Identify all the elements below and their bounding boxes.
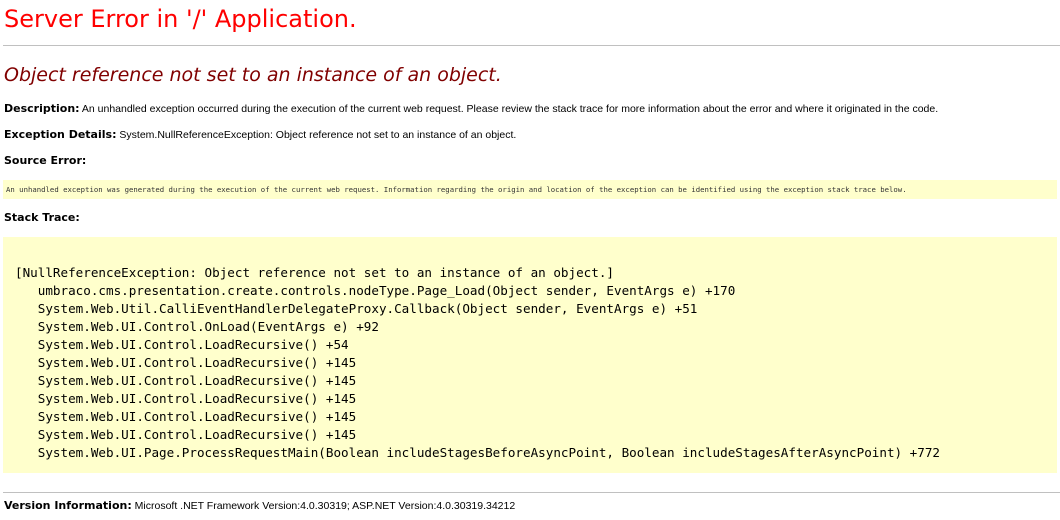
stack-trace-entry: System.Web.UI.Control.LoadRecursive() +1… (15, 373, 357, 388)
error-message: Object reference not set to an instance … (4, 64, 502, 86)
bottom-divider (3, 492, 1060, 493)
top-divider (3, 45, 1060, 46)
stack-trace-label: Stack Trace: (4, 211, 80, 224)
description-text: An unhandled exception occurred during t… (79, 103, 939, 115)
stack-trace-entry: umbraco.cms.presentation.create.controls… (15, 283, 736, 298)
stack-trace-entry: System.Web.Util.CalliEventHandlerDelegat… (15, 301, 698, 316)
stack-trace-entry: [NullReferenceException: Object referenc… (15, 265, 614, 280)
source-error-text: An unhandled exception was generated dur… (6, 185, 907, 194)
stack-trace-box: [NullReferenceException: Object referenc… (3, 237, 1057, 473)
stack-trace-entry: System.Web.UI.Control.LoadRecursive() +1… (15, 391, 357, 406)
description-label: Description: (4, 102, 80, 115)
description-line: Description: An unhandled exception occu… (4, 102, 938, 116)
exception-details-line: Exception Details: System.NullReferenceE… (4, 128, 516, 142)
stack-trace-entry: System.Web.UI.Control.OnLoad(EventArgs e… (15, 319, 379, 334)
stack-trace-entry: System.Web.UI.Control.LoadRecursive() +1… (15, 409, 357, 424)
exception-details-text: System.NullReferenceException: Object re… (116, 129, 517, 141)
source-error-box: An unhandled exception was generated dur… (3, 180, 1057, 199)
stack-trace-entry: System.Web.UI.Control.LoadRecursive() +1… (15, 355, 357, 370)
version-info-label: Version Information: (4, 499, 132, 512)
version-info-line: Version Information: Microsoft .NET Fram… (4, 499, 515, 513)
version-info-text: Microsoft .NET Framework Version:4.0.303… (131, 500, 516, 512)
page-title: Server Error in '/' Application. (4, 5, 357, 33)
error-page: Server Error in '/' Application. Object … (0, 0, 1060, 520)
stack-trace-entry: System.Web.UI.Control.LoadRecursive() +1… (15, 427, 357, 442)
stack-trace-entry: System.Web.UI.Control.LoadRecursive() +5… (15, 337, 349, 352)
stack-trace-line: Stack Trace: (4, 211, 80, 225)
source-error-line: Source Error: (4, 154, 86, 168)
stack-trace-lines: [NullReferenceException: Object referenc… (15, 264, 940, 462)
stack-trace-entry: System.Web.UI.Page.ProcessRequestMain(Bo… (15, 445, 941, 460)
source-error-label: Source Error: (4, 154, 87, 167)
exception-details-label: Exception Details: (4, 128, 117, 141)
